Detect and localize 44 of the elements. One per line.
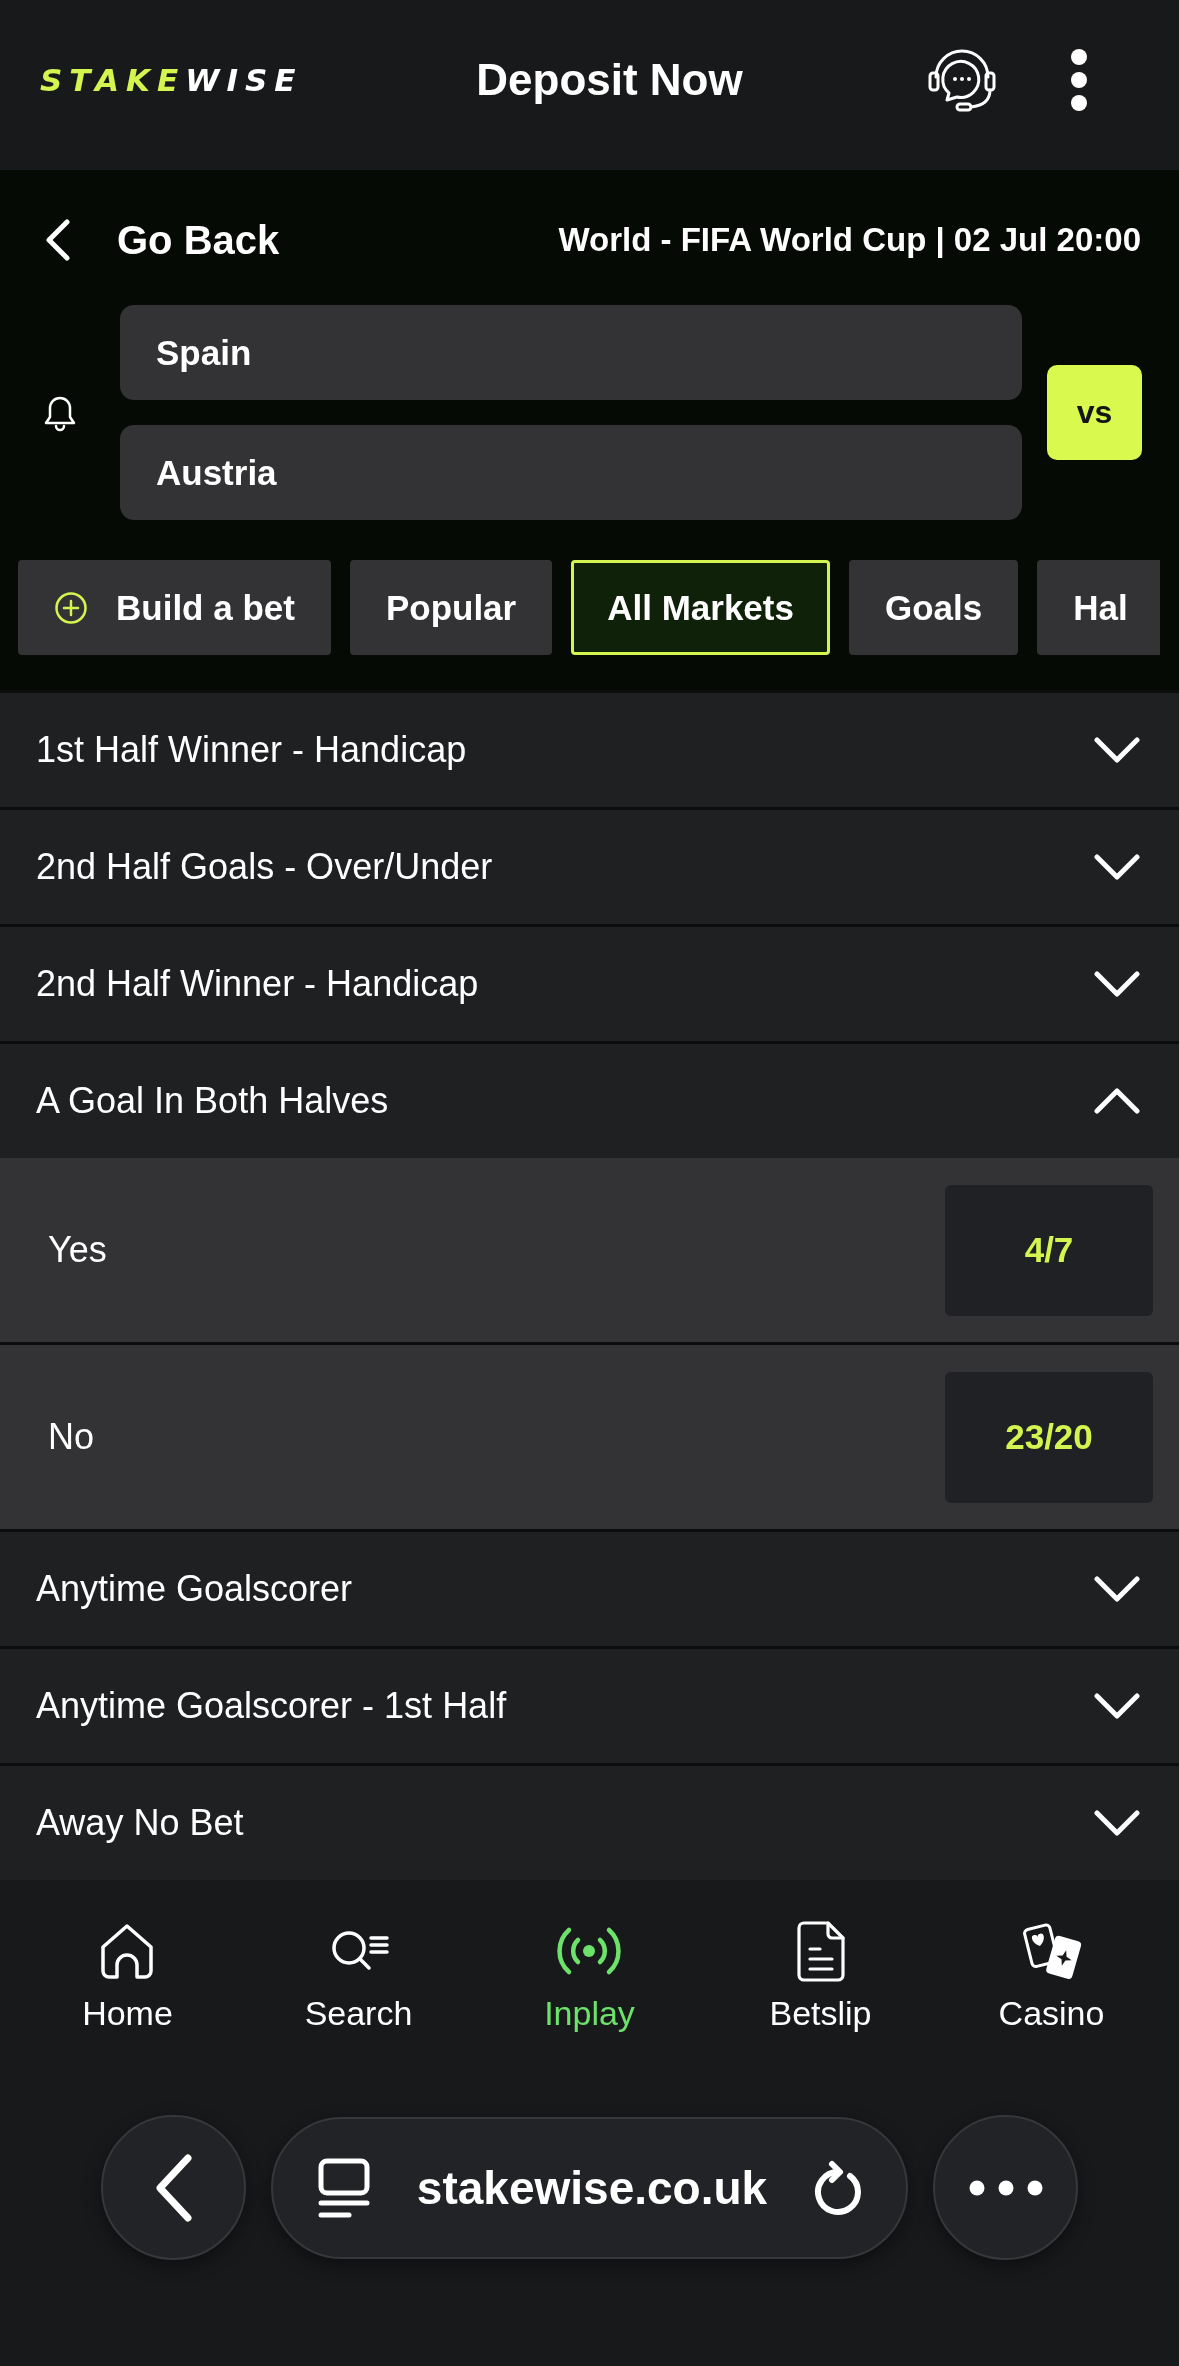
market-tab[interactable]: Build a bet <box>18 560 331 655</box>
market-tab[interactable]: Popular <box>349 560 553 655</box>
market-tab[interactable]: Goals <box>848 560 1019 655</box>
chevron-down-icon <box>1094 1693 1140 1719</box>
chevron-down-icon <box>1094 1810 1140 1836</box>
market-header[interactable]: A Goal In Both Halves <box>0 1044 1179 1158</box>
chevron-down-icon <box>1094 737 1140 763</box>
address-bar[interactable]: stakewise.co.uk <box>271 2116 908 2259</box>
nav-button[interactable]: Search <box>304 1920 413 2034</box>
market-header[interactable]: Away No Bet <box>0 1766 1179 1880</box>
market-header[interactable]: 2nd Half Goals - Over/Under <box>0 810 1179 924</box>
document-icon <box>794 1920 847 1982</box>
more-options-icon[interactable] <box>1069 48 1089 112</box>
reload-icon[interactable] <box>812 2158 864 2217</box>
team-name: Austria <box>120 425 1022 520</box>
team-name: Spain <box>120 305 1022 400</box>
logo[interactable]: STAKE WISE <box>40 62 303 98</box>
deposit-button[interactable]: Deposit Now <box>476 55 743 105</box>
odds-button[interactable]: 23/20 <box>945 1371 1153 1503</box>
chevron-down-icon <box>1094 971 1140 997</box>
market-tab[interactable]: Hal <box>1037 560 1160 655</box>
selection-label: No <box>48 1416 95 1458</box>
market-header[interactable]: 1st Half Winner - Handicap <box>0 693 1179 807</box>
support-headset-icon[interactable] <box>927 47 997 113</box>
market-tab[interactable]: All Markets <box>571 560 830 655</box>
plus-circle-icon <box>54 590 88 625</box>
more-dots-icon <box>968 2179 1043 2196</box>
chevron-down-icon <box>1094 854 1140 880</box>
go-back-button[interactable]: Go Back <box>44 217 280 263</box>
nav-button[interactable]: Home <box>82 1920 173 2034</box>
nav-button[interactable]: Inplay <box>544 1920 635 2034</box>
market-header[interactable]: Anytime Goalscorer - 1st Half <box>0 1649 1179 1763</box>
nav-button[interactable]: Betslip <box>769 1920 872 2034</box>
back-chevron-icon <box>153 2152 194 2223</box>
selection-label: Yes <box>48 1229 107 1271</box>
nav-button[interactable]: Casino <box>998 1920 1105 2034</box>
back-chevron-icon <box>44 218 72 262</box>
chevron-up-icon <box>1094 1088 1140 1114</box>
market-header[interactable]: 2nd Half Winner - Handicap <box>0 927 1179 1041</box>
chevron-down-icon <box>1094 1576 1140 1602</box>
event-title: World - FIFA World Cup | 02 Jul 20:00 <box>558 221 1141 259</box>
market-header[interactable]: Anytime Goalscorer <box>0 1532 1179 1646</box>
vs-badge: vs <box>1047 365 1142 460</box>
odds-button[interactable]: 4/7 <box>945 1184 1153 1316</box>
